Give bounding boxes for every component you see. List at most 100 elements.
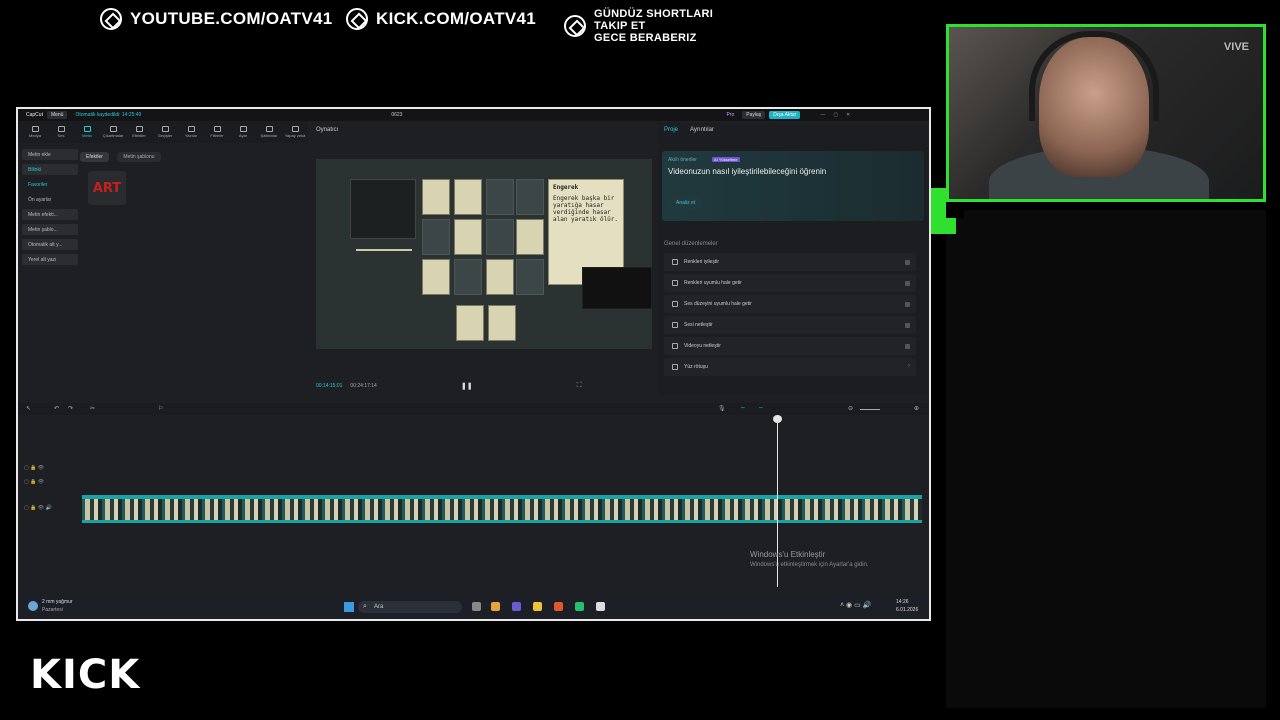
pause-icon[interactable]: ❚❚ — [461, 382, 473, 390]
option-normalize-volume[interactable]: Ses düzeyini uyumlu hale getir — [664, 295, 916, 313]
undo-icon[interactable]: ↶ — [54, 405, 59, 412]
nav-local-subtitles[interactable]: Yerel alt yazı — [22, 254, 78, 265]
text-icon — [83, 126, 91, 132]
nav-text-effects[interactable]: Metin efekti... — [22, 209, 78, 220]
teams-icon[interactable] — [512, 602, 521, 611]
close-icon[interactable]: ✕ — [846, 112, 850, 118]
redo-icon[interactable]: ↷ — [68, 405, 73, 412]
video-clip-strip[interactable] — [82, 495, 922, 523]
option-sharpen-video[interactable]: Videoyu netleştir — [664, 337, 916, 355]
tab-text-template[interactable]: Metin şablonu — [117, 152, 161, 162]
nav-auto-captions[interactable]: Otomatik alt y... — [22, 239, 78, 250]
game-card — [454, 179, 482, 215]
toggle-icon[interactable] — [905, 323, 910, 328]
option-match-colors[interactable]: Renkleri uyumlu hale getir — [664, 274, 916, 292]
nav-favorites[interactable]: Favoriler — [22, 179, 78, 190]
hand-card — [488, 305, 516, 341]
windows-start-icon[interactable] — [344, 602, 354, 612]
game-card — [486, 259, 514, 295]
tool-text[interactable]: Metin — [76, 122, 98, 142]
capcut-icon[interactable] — [596, 602, 605, 611]
youtube-banner: YOUTUBE.COM/OATV41 — [100, 6, 333, 32]
hd-icon — [672, 343, 678, 349]
clock-time[interactable]: 14:26 — [896, 599, 909, 605]
toggle-icon[interactable] — [905, 260, 910, 265]
app-icon[interactable] — [575, 602, 584, 611]
cog-icon — [100, 8, 122, 30]
tool-ai[interactable]: Yapay zekâ — [284, 122, 306, 142]
tab-project[interactable]: Proje — [664, 127, 678, 133]
browser-icon[interactable] — [491, 602, 500, 611]
toggle-icon[interactable] — [905, 302, 910, 307]
kick-link-text: KICK.COM/OATV41 — [376, 9, 537, 28]
app-title: CapCut — [26, 112, 43, 118]
tool-filters[interactable]: Filtreler — [206, 122, 228, 142]
sticker-track-controls[interactable]: ▢ 🔒 👁 — [24, 479, 44, 485]
hand-card — [456, 305, 484, 341]
menu-button[interactable]: Menü — [46, 111, 68, 119]
video-preview[interactable]: Engerek Engerek başka bir yaratığa hasar… — [316, 159, 652, 349]
card-description-text: Engerek başka bir yaratığa hasar verdiği… — [553, 195, 619, 223]
option-face-retouch[interactable]: Yüz rötuşu › — [664, 358, 916, 376]
tab-details[interactable]: Ayrıntılar — [690, 127, 714, 133]
art-effect-thumbnail[interactable]: ART — [88, 171, 126, 205]
tool-adjust[interactable]: Ayar — [232, 122, 254, 142]
select-tool-icon[interactable]: ↖ — [26, 405, 31, 412]
mic-icon[interactable]: 🎙 — [718, 405, 726, 412]
minimize-icon[interactable]: — — [820, 112, 825, 118]
nav-text-templates[interactable]: Metin şablo... — [22, 224, 78, 235]
magnet-icon[interactable]: ⇔ — [758, 405, 764, 411]
tool-effects[interactable]: Efektler — [128, 122, 150, 142]
player-controls: 00:14:15:01 00:24:17:14 ❚❚ ⛶ — [316, 380, 656, 392]
card-slot — [422, 219, 450, 255]
game-card — [454, 219, 482, 255]
maximize-icon[interactable]: ▢ — [833, 112, 838, 118]
zoom-slider[interactable] — [860, 409, 880, 410]
task-view-icon[interactable] — [472, 602, 481, 611]
tab-effects[interactable]: Efektler — [80, 152, 109, 162]
marker-icon[interactable]: ⚐ — [158, 405, 163, 412]
tool-transitions[interactable]: Geçişler — [154, 122, 176, 142]
game-card — [422, 179, 450, 215]
nav-presets[interactable]: Ön ayarlar — [22, 194, 78, 205]
pro-button[interactable]: Pro — [722, 111, 738, 119]
analyze-button[interactable]: Analiz et — [670, 197, 702, 209]
chrome-icon[interactable] — [554, 602, 563, 611]
clock-date: 6.01.2026 — [896, 607, 919, 613]
explorer-icon[interactable] — [533, 602, 542, 611]
link-icon[interactable]: ⇔ — [740, 405, 746, 411]
scale-beam — [356, 249, 412, 271]
windows-taskbar: 2 mm yağmur Pazartesi ⌕ Ara ˄ ◉ ▭ 🔊 14:2… — [18, 595, 929, 619]
main-track-controls[interactable]: ▢ 🔒 👁 🔊 — [24, 505, 52, 511]
tool-templates[interactable]: Şablonlar — [258, 122, 280, 142]
split-icon[interactable]: ✂ — [90, 405, 95, 412]
face-icon — [672, 364, 678, 370]
volume-icon — [672, 301, 678, 307]
nav-bilinki[interactable]: Bilinki — [22, 164, 78, 175]
nav-add-text[interactable]: Metin ekle — [22, 149, 78, 160]
weather-text[interactable]: 2 mm yağmur — [42, 599, 73, 605]
weather-icon — [28, 601, 38, 611]
text-track-controls[interactable]: ▢ 🔒 👁 — [24, 465, 44, 471]
kick-banner: KICK.COM/OATV41 — [346, 6, 536, 32]
search-icon: ⌕ — [363, 603, 367, 610]
toggle-icon[interactable] — [905, 344, 910, 349]
tool-stickers[interactable]: Çıkartmalar — [102, 122, 124, 142]
option-clarify-audio[interactable]: Sesi netleştir — [664, 316, 916, 334]
toggle-icon[interactable] — [905, 281, 910, 286]
tool-captions[interactable]: Yazılar — [180, 122, 202, 142]
media-icon — [31, 126, 39, 132]
ai-icon — [291, 126, 299, 132]
fullscreen-icon[interactable]: ⛶ — [577, 382, 582, 390]
export-button[interactable]: Dışa Aktar — [769, 111, 801, 119]
zoom-in-icon[interactable]: ⊕ — [914, 405, 919, 412]
sparkle-icon — [672, 322, 678, 328]
tool-media[interactable]: Medya — [24, 122, 46, 142]
tray-icons[interactable]: ˄ ◉ ▭ 🔊 — [840, 601, 871, 609]
zoom-out-icon[interactable]: ⊖ — [848, 405, 853, 412]
option-enhance-colors[interactable]: Renkleri iyileştir — [664, 253, 916, 271]
taskbar-search[interactable]: ⌕ Ara — [358, 601, 462, 613]
share-button[interactable]: Paylaş — [742, 111, 766, 119]
ai-badge: AI Yükseltme — [712, 157, 740, 162]
tool-audio[interactable]: Ses — [50, 122, 72, 142]
